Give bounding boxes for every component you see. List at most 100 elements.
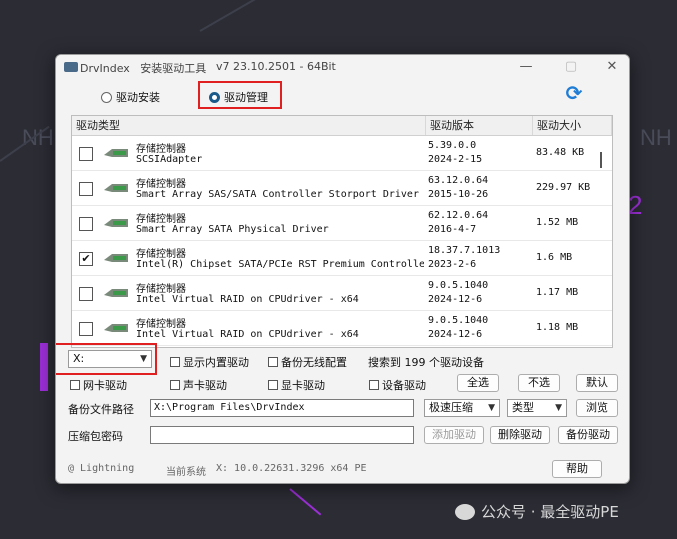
driver-version: 63.12.0.64 [428, 175, 489, 186]
column-header-size[interactable]: 驱动大小 [533, 116, 612, 135]
list-scrollbar[interactable] [600, 152, 602, 168]
backup-wireless-checkbox[interactable]: 备份无线配置 [268, 354, 347, 370]
driver-type: 存储控制器 [136, 284, 186, 295]
system-value: X: 10.0.22631.3296 x64 PE [216, 463, 367, 474]
backup-path-input[interactable]: X:\Program Files\DrvIndex [150, 399, 414, 417]
show-builtin-checkbox[interactable]: 显示内置驱动 [170, 354, 249, 370]
background-line [289, 488, 322, 516]
row-checkbox-checked[interactable]: ✔ [79, 252, 93, 266]
radio-manage-dot[interactable] [209, 91, 220, 103]
driver-size: 1.18 MB [536, 322, 579, 333]
driver-version: 9.0.5.1040 [428, 315, 489, 326]
checkbox-label: 设备驱动 [382, 379, 426, 392]
table-row[interactable]: 存储控制器 SCSIAdapter 5.39.0.0 2024-2-15 83.… [72, 136, 612, 171]
network-driver-checkbox[interactable]: 网卡驱动 [70, 377, 127, 393]
password-label: 压缩包密码 [68, 430, 123, 443]
row-checkbox[interactable] [79, 322, 93, 336]
app-icon [64, 62, 78, 72]
checkbox-box[interactable] [268, 380, 278, 390]
chevron-down-icon: ▼ [555, 403, 562, 413]
row-checkbox[interactable] [79, 147, 93, 161]
background-text-right-2: 2 [628, 190, 643, 220]
deselect-button[interactable]: 不选 [518, 374, 560, 392]
backup-driver-button[interactable]: 备份驱动 [558, 426, 618, 444]
add-driver-button[interactable]: 添加驱动 [424, 426, 484, 444]
driver-date: 2024-12-6 [428, 294, 483, 305]
row-checkbox[interactable] [79, 217, 93, 231]
controller-icon [104, 324, 128, 332]
checkbox-box[interactable] [369, 380, 379, 390]
radio-install[interactable]: 驱动安装 [101, 89, 160, 105]
checkbox-box[interactable] [268, 357, 278, 367]
list-header: 驱动类型 驱动版本 驱动大小 [72, 116, 612, 136]
table-row[interactable]: 存储控制器 Smart Array SAS/SATA Controller St… [72, 171, 612, 206]
close-button[interactable]: ✕ [598, 57, 626, 77]
table-row[interactable]: 存储控制器 Intel Virtual RAID on CPUdriver - … [72, 311, 612, 346]
checkbox-box[interactable] [70, 380, 80, 390]
driver-version: 9.0.5.1040 [428, 280, 489, 291]
driver-size: 1.52 MB [536, 217, 579, 228]
driver-name: Intel Virtual RAID on CPUdriver - x64 [136, 294, 359, 305]
maximize-button[interactable]: ▢ [557, 57, 585, 77]
driver-date: 2024-2-15 [428, 154, 483, 165]
checkbox-label: 声卡驱动 [183, 379, 227, 392]
author-label: @ Lightning [68, 463, 135, 474]
wechat-icon [455, 503, 475, 520]
radio-manage[interactable]: 驱动管理 [209, 89, 268, 105]
password-input[interactable] [150, 426, 414, 444]
row-checkbox[interactable] [79, 182, 93, 196]
chevron-down-icon: ▼ [488, 403, 495, 413]
default-button[interactable]: 默认 [576, 374, 618, 392]
driver-name: SCSIAdapter [136, 154, 203, 165]
checkbox-box[interactable] [170, 380, 180, 390]
driver-size: 1.17 MB [536, 287, 579, 298]
driver-list: 驱动类型 驱动版本 驱动大小 存储控制器 SCSIAdapter 5.39.0.… [71, 115, 613, 348]
background-text-right: NH [640, 125, 672, 150]
radio-install-dot[interactable] [101, 91, 112, 103]
type-select[interactable]: 类型 ▼ [507, 399, 567, 417]
backup-path-label: 备份文件路径 [68, 403, 134, 416]
app-title: DrvIndex 安装驱动工具 [80, 62, 207, 75]
driver-date: 2023-2-6 [428, 259, 477, 270]
table-row[interactable]: 存储控制器 Smart Array SATA Physical Driver 6… [72, 206, 612, 241]
radio-install-label: 驱动安装 [116, 91, 160, 104]
display-driver-checkbox[interactable]: 显卡驱动 [268, 377, 325, 393]
select-all-button[interactable]: 全选 [457, 374, 499, 392]
driver-type: 存储控制器 [136, 144, 186, 155]
driver-size: 1.6 MB [536, 252, 573, 263]
delete-driver-button[interactable]: 删除驱动 [490, 426, 550, 444]
driver-type: 存储控制器 [136, 249, 186, 260]
column-header-type[interactable]: 驱动类型 [72, 116, 426, 135]
controller-icon [104, 219, 128, 227]
refresh-icon[interactable]: ⟳ [563, 82, 585, 104]
drive-select-value: X: [73, 352, 85, 365]
controller-icon [104, 184, 128, 192]
drive-select[interactable]: X: ▼ [68, 350, 152, 368]
help-button[interactable]: 帮助 [552, 460, 602, 478]
table-row[interactable]: 存储控制器 Intel Virtual RAID on CPUdriver - … [72, 276, 612, 311]
sound-driver-checkbox[interactable]: 声卡驱动 [170, 377, 227, 393]
driver-version: 62.12.0.64 [428, 210, 489, 221]
driver-type: 存储控制器 [136, 319, 186, 330]
minimize-button[interactable]: — [512, 57, 540, 77]
compress-select[interactable]: 极速压缩 ▼ [424, 399, 500, 417]
row-checkbox[interactable] [79, 287, 93, 301]
checkbox-label: 备份无线配置 [281, 356, 347, 369]
search-result-text: 搜索到 199 个驱动设备 [368, 356, 484, 369]
watermark: 公众号 · 最全驱动PE [455, 501, 619, 522]
checkbox-label: 网卡驱动 [83, 379, 127, 392]
controller-icon [104, 289, 128, 297]
mode-selector: 驱动安装 驱动管理 [56, 81, 629, 111]
browse-button[interactable]: 浏览 [576, 399, 618, 417]
table-row[interactable]: ✔ 存储控制器 Intel(R) Chipset SATA/PCIe RST P… [72, 241, 612, 276]
device-driver-checkbox[interactable]: 设备驱动 [369, 377, 426, 393]
driver-name: Smart Array SAS/SATA Controller Storport… [136, 189, 419, 200]
system-label: 当前系统 [166, 467, 206, 478]
column-header-version[interactable]: 驱动版本 [426, 116, 533, 135]
driver-size: 229.97 KB [536, 182, 591, 193]
driver-size: 83.48 KB [536, 147, 585, 158]
driver-type: 存储控制器 [136, 214, 186, 225]
checkbox-box[interactable] [170, 357, 180, 367]
title-bar: DrvIndex 安装驱动工具 v7 23.10.2501 - 64Bit — … [56, 55, 629, 79]
driver-date: 2024-12-6 [428, 329, 483, 340]
